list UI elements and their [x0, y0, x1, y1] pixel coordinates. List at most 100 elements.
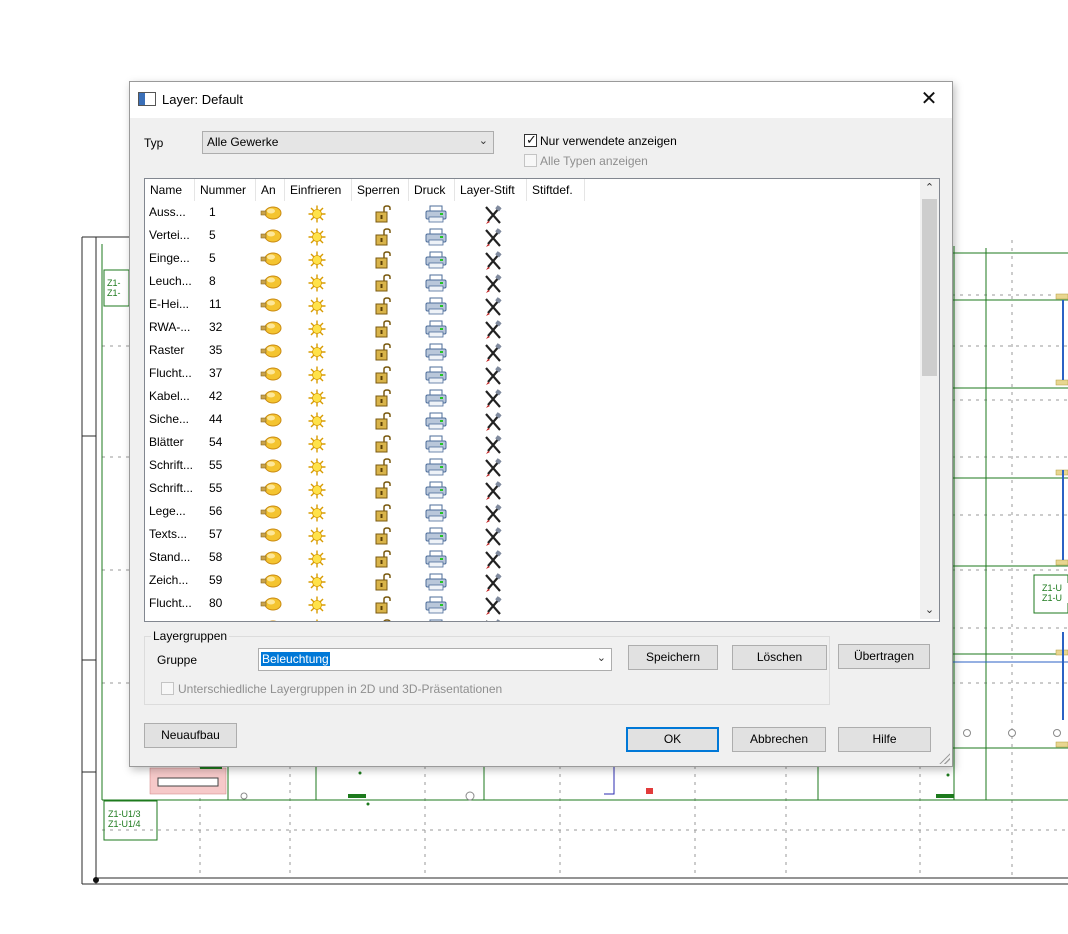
header-an[interactable]: An ˇ [256, 179, 285, 201]
layer-row[interactable]: Stand... 58 [145, 546, 920, 569]
header-name[interactable]: Name [145, 179, 195, 201]
layer-row[interactable]: Flucht... 80 [145, 592, 920, 615]
layer-row[interactable]: Einge... 5 [145, 247, 920, 270]
printer-icon[interactable] [425, 435, 447, 456]
sun-icon[interactable] [308, 389, 326, 410]
scroll-down-icon[interactable]: ⌄ [920, 601, 939, 619]
padlock-open-icon[interactable] [375, 527, 393, 548]
close-button[interactable]: ✕ [906, 82, 952, 118]
padlock-open-icon[interactable] [375, 251, 393, 272]
sun-icon[interactable] [308, 412, 326, 433]
padlock-open-icon[interactable] [375, 550, 393, 571]
sun-icon[interactable] [308, 366, 326, 387]
printer-icon[interactable] [425, 596, 447, 617]
ok-button[interactable]: OK [626, 727, 719, 752]
padlock-open-icon[interactable] [375, 389, 393, 410]
bulb-on-icon[interactable] [259, 504, 283, 523]
bulb-on-icon[interactable] [259, 573, 283, 592]
printer-icon[interactable] [425, 550, 447, 571]
padlock-open-icon[interactable] [375, 573, 393, 594]
transfer-button[interactable]: Übertragen [838, 644, 930, 669]
printer-icon[interactable] [425, 481, 447, 502]
printer-icon[interactable] [425, 297, 447, 318]
bulb-on-icon[interactable] [259, 550, 283, 569]
save-button[interactable]: Speichern [628, 645, 718, 670]
padlock-open-icon[interactable] [375, 366, 393, 387]
padlock-open-icon[interactable] [375, 596, 393, 617]
padlock-open-icon[interactable] [375, 458, 393, 479]
layer-row[interactable]: Raster 35 [145, 339, 920, 362]
all-types-label[interactable]: Alle Typen anzeigen [540, 154, 648, 168]
padlock-open-icon[interactable] [375, 619, 393, 621]
header-druck[interactable]: Druck [409, 179, 455, 201]
sun-icon[interactable] [308, 205, 326, 226]
sun-icon[interactable] [308, 527, 326, 548]
sun-icon[interactable] [308, 550, 326, 571]
printer-icon[interactable] [425, 412, 447, 433]
padlock-open-icon[interactable] [375, 412, 393, 433]
padlock-open-icon[interactable] [375, 228, 393, 249]
rebuild-button[interactable]: Neuaufbau [144, 723, 237, 748]
sun-icon[interactable] [308, 228, 326, 249]
sun-icon[interactable] [308, 320, 326, 341]
sun-icon[interactable] [308, 596, 326, 617]
sun-icon[interactable] [308, 619, 326, 621]
header-nummer[interactable]: Nummer [195, 179, 256, 201]
printer-icon[interactable] [425, 251, 447, 272]
resize-grip-icon[interactable] [938, 752, 950, 764]
bulb-on-icon[interactable] [259, 274, 283, 293]
layer-row[interactable]: RWA-... 32 [145, 316, 920, 339]
bulb-on-icon[interactable] [259, 481, 283, 500]
sun-icon[interactable] [308, 297, 326, 318]
bulb-on-icon[interactable] [259, 527, 283, 546]
printer-icon[interactable] [425, 205, 447, 226]
sun-icon[interactable] [308, 573, 326, 594]
group-dropdown[interactable]: Beleuchtung ⌄ [258, 648, 612, 671]
padlock-open-icon[interactable] [375, 274, 393, 295]
header-einfrieren[interactable]: Einfrieren [285, 179, 352, 201]
printer-icon[interactable] [425, 366, 447, 387]
layer-row[interactable]: Leuch... 8 [145, 270, 920, 293]
layer-row[interactable]: Schrift... 55 [145, 477, 920, 500]
bulb-on-icon[interactable] [259, 297, 283, 316]
bulb-on-icon[interactable] [259, 343, 283, 362]
sun-icon[interactable] [308, 435, 326, 456]
bulb-on-icon[interactable] [259, 435, 283, 454]
bulb-on-icon[interactable] [259, 412, 283, 431]
padlock-open-icon[interactable] [375, 504, 393, 525]
sun-icon[interactable] [308, 504, 326, 525]
padlock-open-icon[interactable] [375, 435, 393, 456]
sun-icon[interactable] [308, 343, 326, 364]
layer-row[interactable]: Vertei... 5 [145, 224, 920, 247]
layer-row[interactable]: Siche... 44 [145, 408, 920, 431]
padlock-open-icon[interactable] [375, 205, 393, 226]
bulb-on-icon[interactable] [259, 619, 283, 621]
vertical-scrollbar[interactable]: ⌃ ⌄ [920, 179, 939, 619]
printer-icon[interactable] [425, 573, 447, 594]
printer-icon[interactable] [425, 458, 447, 479]
only-used-checkbox[interactable]: ✓ [524, 132, 537, 147]
sun-icon[interactable] [308, 481, 326, 502]
printer-icon[interactable] [425, 389, 447, 410]
printer-icon[interactable] [425, 320, 447, 341]
bulb-on-icon[interactable] [259, 389, 283, 408]
layer-row[interactable]: Siche... 81 [145, 615, 920, 621]
delete-button[interactable]: Löschen [732, 645, 827, 670]
all-types-checkbox[interactable] [524, 154, 537, 167]
bulb-on-icon[interactable] [259, 228, 283, 247]
scrollbar-thumb[interactable] [922, 199, 937, 376]
header-stiftdef[interactable]: Stiftdef. [527, 179, 585, 201]
bulb-on-icon[interactable] [259, 458, 283, 477]
help-button[interactable]: Hilfe [838, 727, 931, 752]
layer-row[interactable]: Flucht... 37 [145, 362, 920, 385]
padlock-open-icon[interactable] [375, 343, 393, 364]
layer-row[interactable]: Blätter 54 [145, 431, 920, 454]
layer-row[interactable]: Lege... 56 [145, 500, 920, 523]
type-dropdown[interactable]: Alle Gewerke ⌄ [202, 131, 494, 154]
bulb-on-icon[interactable] [259, 205, 283, 224]
layer-row[interactable]: Schrift... 55 [145, 454, 920, 477]
printer-icon[interactable] [425, 343, 447, 364]
bulb-on-icon[interactable] [259, 596, 283, 615]
printer-icon[interactable] [425, 504, 447, 525]
padlock-open-icon[interactable] [375, 481, 393, 502]
